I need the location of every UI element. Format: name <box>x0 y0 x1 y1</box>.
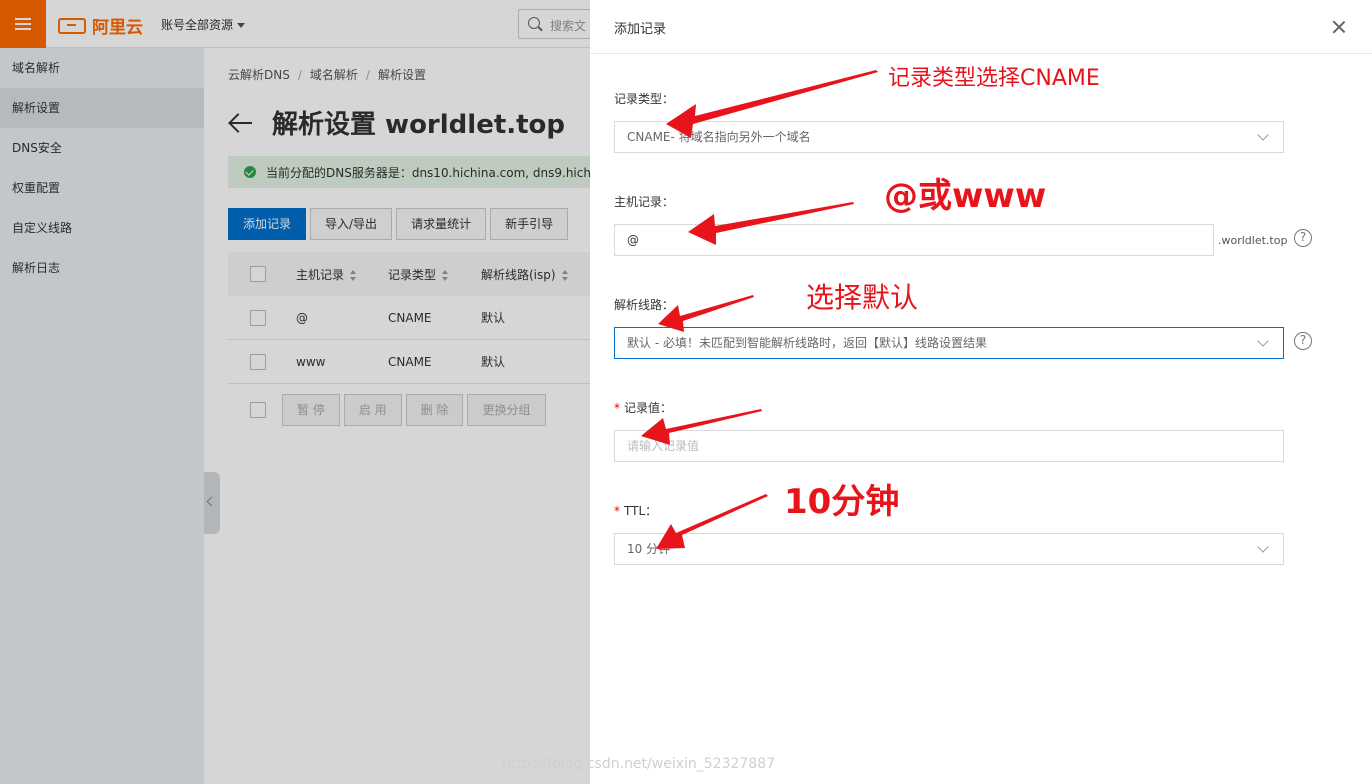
chevron-down-icon <box>1257 541 1269 553</box>
close-icon[interactable] <box>1332 20 1346 34</box>
modal-overlay[interactable] <box>0 0 590 784</box>
record-type-label: 记录类型： <box>614 92 675 106</box>
host-record-value: @ <box>627 233 639 247</box>
record-type-select[interactable]: CNAME- 将域名指向另外一个域名 <box>614 121 1284 153</box>
ttl-value: 10 分钟 <box>627 542 671 556</box>
resolution-line-value: 默认 - 必填！未匹配到智能解析线路时，返回【默认】线路设置结果 <box>627 336 987 350</box>
record-value-placeholder: 请输入记录值 <box>627 439 700 453</box>
annotation-arrows <box>641 70 878 549</box>
host-domain-suffix: .worldlet.top <box>1218 234 1288 247</box>
resolution-line-select[interactable]: 默认 - 必填！未匹配到智能解析线路时，返回【默认】线路设置结果 <box>614 327 1284 359</box>
record-value-input[interactable]: 请输入记录值 <box>614 430 1284 462</box>
chevron-down-icon <box>1257 129 1269 141</box>
help-circle-icon[interactable]: ? <box>1294 229 1312 247</box>
drawer-title: 添加记录 <box>614 22 667 37</box>
ttl-label: * TTL： <box>614 504 658 518</box>
host-record-input[interactable]: @ <box>614 224 1214 256</box>
chevron-down-icon <box>1257 335 1269 347</box>
watermark-text: https://blog.csdn.net/weixin_52327887 <box>502 756 776 772</box>
required-mark: * <box>614 401 620 415</box>
add-record-drawer: 添加记录 记录类型： CNAME- 将域名指向另外一个域名 主机记录： @ .w… <box>590 0 1372 784</box>
record-type-value: CNAME- 将域名指向另外一个域名 <box>627 130 811 144</box>
annotation-ttl: 10分钟 <box>784 482 900 522</box>
drawer-header: 添加记录 <box>590 0 1372 54</box>
record-value-label: * 记录值： <box>614 401 673 415</box>
annotation-resolution-line: 选择默认 <box>806 281 919 314</box>
help-circle-icon[interactable]: ? <box>1294 332 1312 350</box>
host-record-label: 主机记录： <box>614 195 675 209</box>
resolution-line-label: 解析线路： <box>614 298 675 312</box>
annotation-host-record: @或www <box>884 176 1047 216</box>
ttl-select[interactable]: 10 分钟 <box>614 533 1284 565</box>
annotation-record-type: 记录类型选择CNAME <box>888 66 1100 91</box>
required-mark: * <box>614 504 620 518</box>
